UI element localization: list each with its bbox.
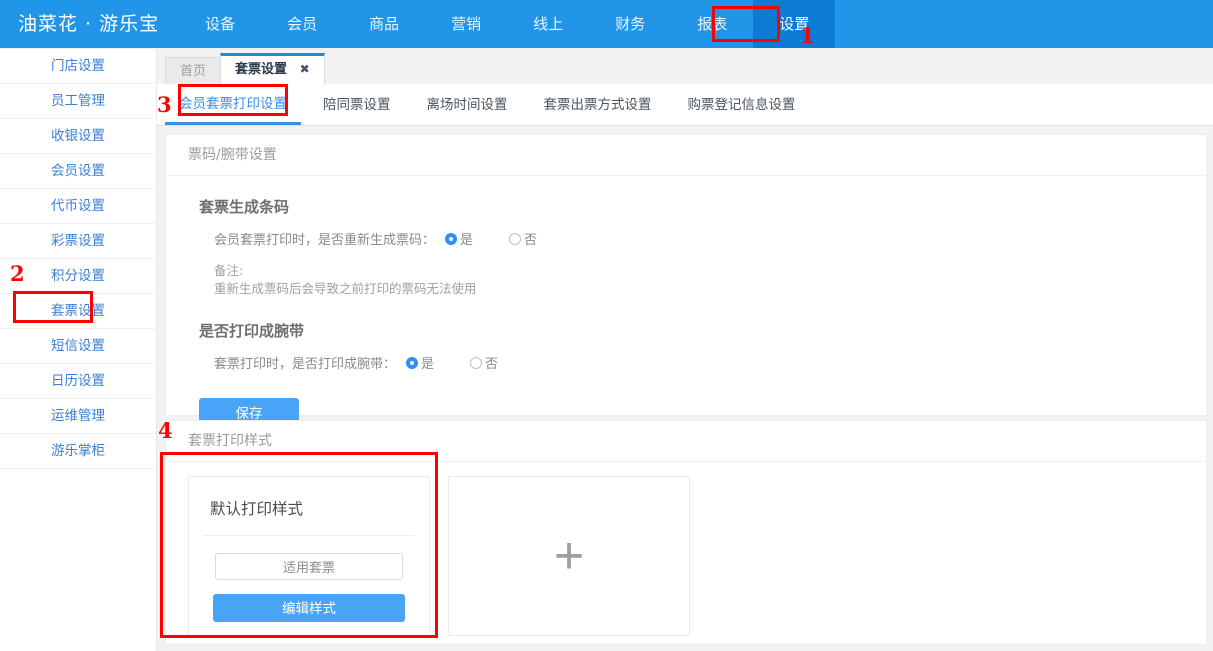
radio-unselected-icon: [470, 356, 483, 369]
sidebar-item-lottery-settings[interactable]: 彩票设置: [0, 224, 156, 259]
top-navigation-bar: 油菜花 · 游乐宝 设备 会员 商品 营销 线上 财务 报表 设置: [0, 0, 1213, 48]
barcode-radio-no-label: 否: [524, 233, 538, 248]
wristband-radio-yes-label: 是: [421, 357, 435, 372]
sidebar-item-amusement-manager[interactable]: 游乐掌柜: [0, 434, 156, 469]
wristband-radio-no-label: 否: [485, 357, 499, 372]
tab-purchase-registration-info-settings[interactable]: 购票登记信息设置: [674, 86, 810, 125]
page-tab-strip: 首页 套票设置 ✖: [165, 53, 325, 85]
radio-unselected-icon: [509, 232, 522, 245]
page-tab-home-label: 首页: [180, 64, 207, 79]
barcode-radio-yes[interactable]: 是: [445, 229, 473, 248]
radio-selected-icon: [445, 232, 458, 245]
sub-tab-bar: 会员套票打印设置 陪同票设置 离场时间设置 套票出票方式设置 购票登记信息设置: [157, 85, 1213, 126]
print-style-item-title: 默认打印样式: [210, 500, 304, 518]
page-tab-package-ticket-settings-label: 套票设置: [235, 62, 288, 77]
ticket-code-card-body: 套票生成条码 会员套票打印时，是否重新生成票码： 是 否 备注: 重新生成票码后…: [166, 176, 1206, 450]
nav-item-products[interactable]: 商品: [343, 0, 425, 48]
print-style-card: 套票打印样式 默认打印样式 适用套票 编辑样式 +: [165, 420, 1207, 645]
sidebar-item-package-ticket-settings[interactable]: 套票设置: [0, 294, 156, 329]
annotation-number-2: 2: [10, 261, 25, 286]
barcode-note: 备注: 重新生成票码后会导致之前打印的票码无法使用: [166, 248, 1206, 298]
print-style-card-header: 套票打印样式: [166, 421, 1206, 462]
barcode-note-text: 重新生成票码后会导致之前打印的票码无法使用: [214, 281, 477, 296]
page-tab-home[interactable]: 首页: [165, 57, 222, 85]
sidebar-item-staff-management[interactable]: 员工管理: [0, 84, 156, 119]
sidebar-item-sms-settings[interactable]: 短信设置: [0, 329, 156, 364]
sidebar-item-cashier-settings[interactable]: 收银设置: [0, 119, 156, 154]
tab-companion-ticket-settings[interactable]: 陪同票设置: [309, 86, 405, 125]
barcode-question-row: 会员套票打印时，是否重新生成票码： 是 否: [166, 217, 1206, 248]
barcode-radio-yes-label: 是: [460, 233, 474, 248]
wristband-section-title: 是否打印成腕带: [199, 322, 305, 340]
nav-item-finance[interactable]: 财务: [589, 0, 671, 48]
barcode-question-label: 会员套票打印时，是否重新生成票码：: [214, 233, 436, 248]
tab-package-issue-method-settings[interactable]: 套票出票方式设置: [530, 86, 666, 125]
nav-item-reports[interactable]: 报表: [671, 0, 753, 48]
wristband-question-label: 套票打印时，是否打印成腕带：: [214, 357, 397, 372]
plus-icon: +: [553, 527, 585, 585]
print-style-item-divider: [203, 535, 415, 536]
tab-member-package-print-settings[interactable]: 会员套票打印设置: [165, 86, 301, 125]
settings-sidebar: 门店设置 员工管理 收银设置 会员设置 代币设置 彩票设置 积分设置 套票设置 …: [0, 48, 157, 651]
page-tab-package-ticket-settings[interactable]: 套票设置 ✖: [220, 53, 325, 85]
sidebar-item-token-settings[interactable]: 代币设置: [0, 189, 156, 224]
barcode-radio-no[interactable]: 否: [509, 229, 537, 248]
wristband-radio-no[interactable]: 否: [470, 353, 498, 372]
nav-item-members[interactable]: 会员: [261, 0, 343, 48]
top-nav-items: 设备 会员 商品 营销 线上 财务 报表 设置: [179, 0, 836, 48]
sidebar-item-store-settings[interactable]: 门店设置: [0, 48, 156, 84]
annotation-number-1: 1: [800, 23, 815, 48]
nav-item-online[interactable]: 线上: [507, 0, 589, 48]
nav-item-settings[interactable]: 设置: [753, 0, 836, 48]
nav-item-devices[interactable]: 设备: [179, 0, 261, 48]
apply-package-button[interactable]: 适用套票: [215, 553, 403, 580]
radio-selected-icon: [406, 356, 419, 369]
annotation-number-3: 3: [157, 92, 172, 117]
sidebar-item-calendar-settings[interactable]: 日历设置: [0, 364, 156, 399]
wristband-radio-yes[interactable]: 是: [406, 353, 434, 372]
wristband-question-row: 套票打印时，是否打印成腕带： 是 否: [166, 341, 1206, 372]
ticket-code-card: 票码/腕带设置 套票生成条码 会员套票打印时，是否重新生成票码： 是 否 备注:…: [165, 134, 1207, 428]
add-print-style-card[interactable]: +: [448, 476, 690, 636]
content-pane: 首页 套票设置 ✖ 会员套票打印设置 陪同票设置 离场时间设置 套票出票方式设置…: [157, 48, 1213, 651]
app-brand-logo: 油菜花 · 游乐宝: [18, 13, 160, 35]
tab-exit-time-settings[interactable]: 离场时间设置: [413, 86, 522, 125]
ticket-code-card-header: 票码/腕带设置: [166, 135, 1206, 176]
annotation-number-4: 4: [158, 418, 173, 443]
barcode-section-title: 套票生成条码: [199, 198, 290, 216]
sidebar-item-member-settings[interactable]: 会员设置: [0, 154, 156, 189]
edit-style-button[interactable]: 编辑样式: [213, 594, 405, 622]
barcode-note-label: 备注:: [214, 263, 244, 278]
print-style-card-body: 默认打印样式 适用套票 编辑样式 +: [166, 462, 1206, 636]
nav-item-marketing[interactable]: 营销: [425, 0, 507, 48]
print-style-grid: 默认打印样式 适用套票 编辑样式 +: [166, 462, 1206, 636]
close-icon[interactable]: ✖: [300, 62, 310, 76]
sidebar-item-ops-management[interactable]: 运维管理: [0, 399, 156, 434]
print-style-item-default[interactable]: 默认打印样式 适用套票 编辑样式: [188, 476, 430, 636]
